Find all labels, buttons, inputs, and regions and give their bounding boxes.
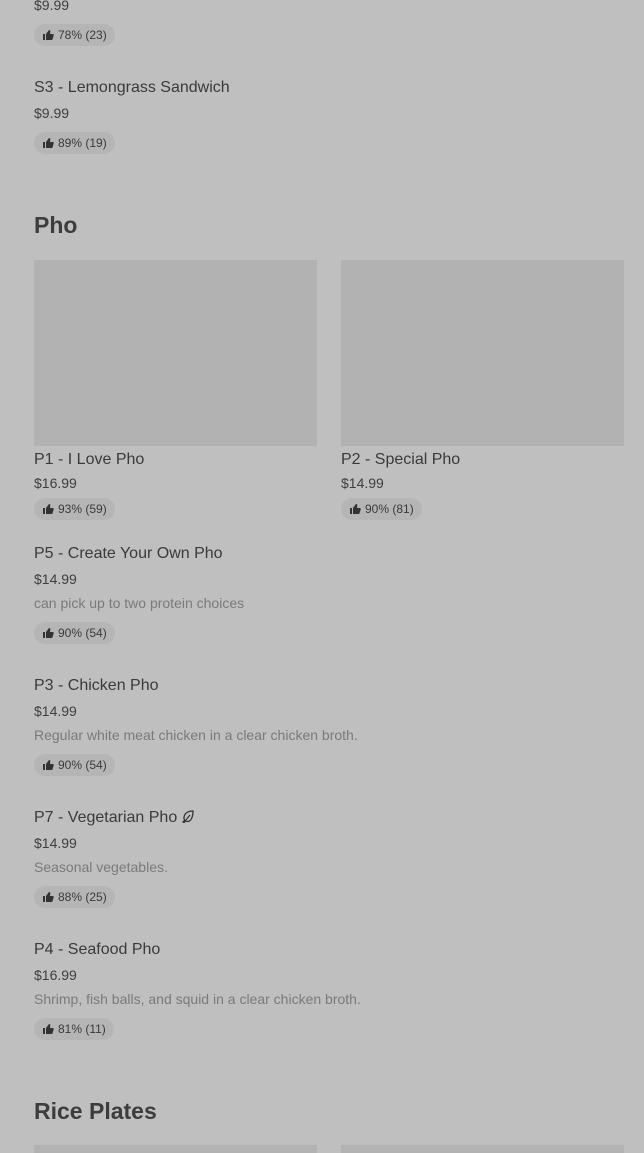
section-title-rice-plates: Rice Plates <box>34 1098 157 1124</box>
item-price: $9.99 <box>34 0 70 13</box>
thumbs-up-icon <box>42 627 54 639</box>
item-price: $14.99 <box>34 571 77 587</box>
item-image[interactable] <box>34 1145 317 1153</box>
item-image[interactable] <box>341 260 624 446</box>
item-description: Seasonal vegetables. <box>34 859 168 875</box>
rating-text: 78% (23) <box>58 28 107 42</box>
rating-badge: 90% (81) <box>341 498 422 520</box>
item-title[interactable]: P5 - Create Your Own Pho <box>34 545 223 563</box>
rating-badge: 89% (19) <box>34 132 115 154</box>
item-price: $9.99 <box>34 105 70 121</box>
featured-item-title[interactable]: P1 - I Love Pho <box>34 451 144 469</box>
rating-text: 81% (11) <box>58 1022 106 1036</box>
thumbs-up-icon <box>42 759 54 771</box>
thumbs-up-icon <box>42 1023 54 1035</box>
rating-text: 93% (59) <box>58 502 107 516</box>
item-title[interactable]: P3 - Chicken Pho <box>34 677 159 695</box>
thumbs-up-icon <box>349 503 361 515</box>
section-title-pho: Pho <box>34 212 78 238</box>
featured-item-price: $14.99 <box>341 475 384 491</box>
rating-badge: 90% (54) <box>34 754 115 776</box>
item-description: Shrimp, fish balls, and squid in a clear… <box>34 991 361 1007</box>
thumbs-up-icon <box>42 137 54 149</box>
rating-badge: 93% (59) <box>34 498 115 520</box>
rating-badge: 81% (11) <box>34 1018 114 1040</box>
item-image[interactable] <box>341 1145 624 1153</box>
rating-text: 90% (81) <box>365 502 414 516</box>
rating-badge: 78% (23) <box>34 24 115 46</box>
item-title-text: P7 - Vegetarian Pho <box>34 809 178 826</box>
thumbs-up-icon <box>42 503 54 515</box>
rating-text: 89% (19) <box>58 136 107 150</box>
item-description: can pick up to two protein choices <box>34 595 245 611</box>
featured-item-title[interactable]: P2 - Special Pho <box>341 451 460 469</box>
rating-text: 90% (54) <box>58 626 107 640</box>
rating-text: 88% (25) <box>58 890 107 904</box>
thumbs-up-icon <box>42 29 54 41</box>
item-price: $14.99 <box>34 703 77 719</box>
item-title[interactable]: P4 - Seafood Pho <box>34 941 160 959</box>
item-price: $16.99 <box>34 967 77 983</box>
rating-text: 90% (54) <box>58 758 107 772</box>
item-image[interactable] <box>34 260 317 446</box>
item-description: Regular white meat chicken in a clear ch… <box>34 727 358 743</box>
featured-item-price: $16.99 <box>34 475 77 491</box>
item-price: $14.99 <box>34 835 77 851</box>
item-title[interactable]: P7 - Vegetarian Pho <box>34 809 195 827</box>
thumbs-up-icon <box>42 891 54 903</box>
item-title[interactable]: S3 - Lemongrass Sandwich <box>34 79 230 97</box>
rating-badge: 90% (54) <box>34 622 115 644</box>
leaf-icon <box>181 809 195 824</box>
rating-badge: 88% (25) <box>34 886 115 908</box>
